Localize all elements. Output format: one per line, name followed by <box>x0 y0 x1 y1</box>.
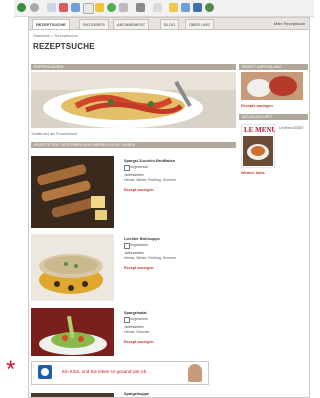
show-recipe-link[interactable]: Rezept anzeigen <box>124 340 154 344</box>
recipe-name[interactable]: Spargelsuppe <box>124 392 149 396</box>
results-bar: Rezepte der "Vegetarischen Spargelküche"… <box>31 142 236 148</box>
more-info-link[interactable]: Weitere Infos <box>241 171 265 175</box>
seasons-value: Herbst, Winter, Frühling, Sommer <box>124 256 176 260</box>
recipe-name[interactable]: Leichter Brühsuppe <box>124 237 160 241</box>
logo-icon <box>41 368 49 376</box>
show-recipe-link[interactable]: Rezept anzeigen <box>124 266 154 270</box>
recipe-photo[interactable] <box>31 390 114 397</box>
hero-caption: Tomate aus der Provenzhand <box>31 132 77 136</box>
recipe-name[interactable]: Spargelsalat <box>124 311 147 315</box>
back-icon[interactable] <box>17 3 26 12</box>
web-page: Rezeptsuche Ratgeber Abonnement Blog Übe… <box>28 17 310 398</box>
forward-icon[interactable] <box>30 3 39 12</box>
seasons-label: Jahreszeiten <box>124 325 144 329</box>
favorites-icon[interactable] <box>95 3 104 12</box>
sidebar-recipes-link[interactable]: Rezepte anzeigen <box>241 104 273 108</box>
sidebar-photo[interactable] <box>241 72 303 100</box>
seasons-value: Herbst, Sommer <box>124 330 150 334</box>
breadcrumb[interactable]: Startseite > Rezeptsuche <box>33 33 78 38</box>
messenger-icon[interactable] <box>205 3 214 12</box>
search-icon[interactable] <box>83 3 94 14</box>
browser-toolbar <box>14 0 314 17</box>
top-navigation: Rezeptsuche Ratgeber Abonnement Blog Übe… <box>29 18 309 30</box>
tab-blog[interactable]: Blog <box>160 19 180 29</box>
print-icon[interactable] <box>136 3 145 12</box>
magazine-text: Le Menu 04/2007 <box>279 126 304 130</box>
recipe-photo[interactable] <box>31 234 114 301</box>
research-icon[interactable] <box>193 3 202 12</box>
hero-photo <box>31 72 236 128</box>
page-icon[interactable] <box>47 3 56 12</box>
recipe-photo[interactable] <box>31 156 114 228</box>
seasons-label: Jahreszeiten <box>124 251 144 255</box>
tab-abonnement[interactable]: Abonnement <box>113 19 150 29</box>
history-icon[interactable] <box>107 3 116 12</box>
recommendations-bar: Empfehlungen <box>31 64 236 70</box>
my-recipe-book-link[interactable]: Mein Rezeptbuch <box>274 19 305 28</box>
seasons-value: Herbst, Winter, Frühling, Sommer <box>124 178 176 182</box>
recipe-name[interactable]: Spargel-Zucchini-Brotfladen <box>124 159 175 163</box>
sidebar-bar-recommendation: Rezept-Empfehlung <box>239 64 308 70</box>
seasons-label: Jahreszeiten <box>124 173 144 177</box>
tools-icon[interactable] <box>181 3 190 12</box>
home-icon[interactable] <box>71 3 80 12</box>
discuss-icon[interactable] <box>169 3 178 12</box>
sidebar-bar-issue: Aktuelles Heft <box>239 114 308 120</box>
tab-ueber-uns[interactable]: Über uns <box>185 19 214 29</box>
banner-text: Ein Klick, und Sie leben so gesund wie i… <box>62 369 148 374</box>
avatar <box>188 364 202 382</box>
show-recipe-link[interactable]: Rezept anzeigen <box>124 188 154 192</box>
recipe-photo[interactable] <box>31 308 114 356</box>
annotation-asterisk: * <box>6 356 16 383</box>
recipe-tag: Vegetarisch <box>130 243 149 247</box>
page-title: REZEPTSUCHE <box>33 42 95 51</box>
mail-icon[interactable] <box>119 3 128 12</box>
recipe-tag: Vegetarisch <box>130 317 149 321</box>
ad-banner[interactable]: Ein Klick, und Sie leben so gesund wie i… <box>31 361 209 385</box>
tab-ratgeber[interactable]: Ratgeber <box>79 19 109 29</box>
stop-icon[interactable] <box>59 3 68 12</box>
magazine-cover[interactable]: LE MENU <box>241 124 275 168</box>
tab-rezeptsuche[interactable]: Rezeptsuche <box>32 19 70 29</box>
recipe-tag: Vegetarisch <box>130 165 149 169</box>
edit-icon[interactable] <box>153 3 162 12</box>
magazine-title: LE MENU <box>244 126 275 134</box>
